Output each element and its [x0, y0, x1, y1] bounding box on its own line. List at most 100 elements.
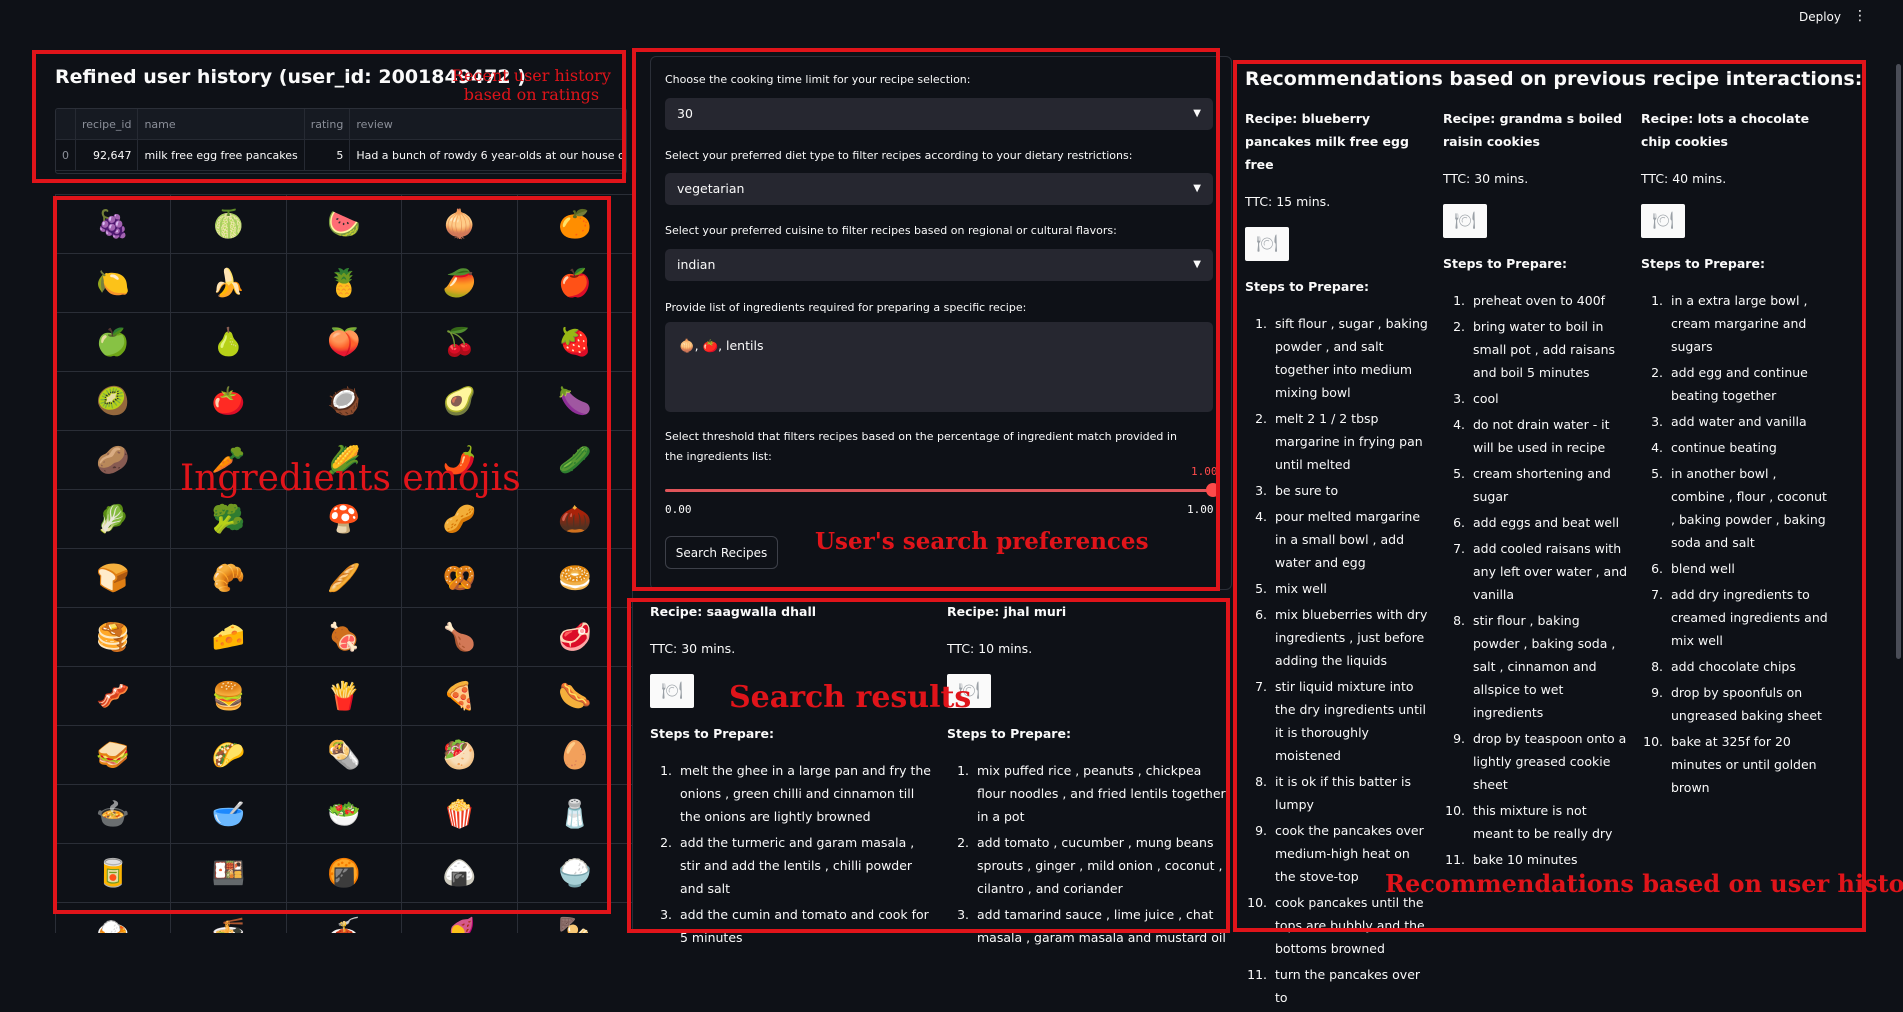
- ingredient-emoji-cell[interactable]: 🧀: [170, 607, 287, 667]
- threshold-label: Select threshold that filters recipes ba…: [665, 430, 1177, 463]
- name-header[interactable]: name: [137, 109, 305, 140]
- ingredient-emoji-cell[interactable]: 🍲: [55, 784, 172, 844]
- review-header[interactable]: review: [349, 109, 626, 140]
- list-item: be sure to: [1271, 479, 1432, 502]
- ingredient-emoji-cell[interactable]: 🥔: [55, 430, 172, 490]
- ingredient-emoji-cell[interactable]: 🥚: [516, 725, 633, 785]
- list-item: bring water to boil in small pot , add r…: [1469, 315, 1630, 384]
- recipe-id-cell[interactable]: 92,647: [75, 139, 139, 171]
- cuisine-label: Select your preferred cuisine to filter …: [665, 224, 1117, 237]
- diet-type-select[interactable]: vegetarian ▼: [665, 173, 1213, 205]
- list-item: add eggs and beat well: [1469, 511, 1630, 534]
- threshold-slider-handle[interactable]: [1206, 483, 1220, 497]
- cuisine-select[interactable]: indian ▼: [665, 249, 1213, 281]
- index-header[interactable]: [56, 109, 76, 140]
- ingredient-emoji-cell[interactable]: 🥞: [55, 607, 172, 667]
- row-index: 0: [56, 139, 76, 171]
- cooking-time-label: Choose the cooking time limit for your r…: [665, 73, 971, 86]
- ingredient-emoji-cell[interactable]: 🍗: [401, 607, 518, 667]
- ingredient-emoji-cell[interactable]: 🥥: [285, 371, 403, 431]
- ingredient-emoji-cell[interactable]: 🍜: [170, 902, 287, 933]
- ingredient-emoji-cell[interactable]: 🍞: [55, 548, 172, 608]
- scrollbar-thumb[interactable]: [1896, 64, 1901, 659]
- ingredient-emoji-cell[interactable]: 🥪: [55, 725, 172, 785]
- list-item: stir flour , baking powder , baking soda…: [1469, 609, 1630, 724]
- deploy-button[interactable]: Deploy: [1799, 10, 1841, 24]
- ingredient-emoji-cell[interactable]: 🍿: [401, 784, 518, 844]
- ingredient-emoji-cell[interactable]: 🍉: [285, 194, 403, 254]
- search-recipes-button[interactable]: Search Recipes: [665, 536, 778, 569]
- ingredient-emoji-cell[interactable]: 🥭: [401, 253, 518, 313]
- main-menu-icon[interactable]: ⋮: [1853, 8, 1867, 24]
- ingredient-emoji-cell[interactable]: 🍛: [55, 902, 172, 933]
- ingredient-emoji-cell[interactable]: 🌮: [170, 725, 287, 785]
- ingredient-emoji-cell[interactable]: 🍙: [401, 843, 518, 903]
- ingredient-emoji-cell[interactable]: 🥓: [55, 666, 172, 726]
- table-row[interactable]: 0 92,647 milk free egg free pancakes 5 H…: [56, 139, 626, 171]
- threshold-slider-track[interactable]: [665, 489, 1213, 492]
- ingredient-emoji-cell[interactable]: 🥣: [170, 784, 287, 844]
- page-scrollbar[interactable]: [1893, 0, 1903, 933]
- emoji-row: 🍛 🍜 🍝 🍠 🍢: [55, 902, 633, 933]
- ingredient-emoji-cell[interactable]: 🍍: [285, 253, 403, 313]
- emoji-row: 🥪 🌮 🌯 🥙 🥚: [55, 725, 633, 785]
- ingredient-emoji-cell[interactable]: 🧅: [401, 194, 518, 254]
- ingredient-emoji-cell[interactable]: 🌯: [285, 725, 403, 785]
- recipe-id-header[interactable]: recipe_id: [75, 109, 139, 140]
- ingredient-emoji-cell[interactable]: 🍕: [401, 666, 518, 726]
- ingredient-emoji-cell[interactable]: 🍚: [516, 843, 633, 903]
- ingredient-emoji-cell[interactable]: 🍌: [170, 253, 287, 313]
- list-item: this mixture is not meant to be really d…: [1469, 799, 1630, 845]
- ingredient-emoji-cell[interactable]: 🍇: [55, 194, 172, 254]
- ingredient-emoji-cell[interactable]: 🍒: [401, 312, 518, 372]
- ingredients-textarea[interactable]: 🧅, 🍅, lentils: [665, 322, 1213, 412]
- ingredient-emoji-cell[interactable]: 🌭: [516, 666, 633, 726]
- ingredient-emoji-cell[interactable]: 🌰: [516, 489, 633, 549]
- ingredient-emoji-cell[interactable]: 🍅: [170, 371, 287, 431]
- ingredient-emoji-cell[interactable]: 🥙: [401, 725, 518, 785]
- ingredient-emoji-cell[interactable]: 🍱: [170, 843, 287, 903]
- ingredient-emoji-cell[interactable]: 🥖: [285, 548, 403, 608]
- recipe-ttc: TTC: 30 mins.: [650, 641, 736, 656]
- cuisine-value: indian: [677, 257, 716, 272]
- recipe-name: Recipe: blueberry pancakes milk free egg…: [1245, 111, 1409, 172]
- cooking-time-select[interactable]: 30 ▼: [665, 98, 1213, 130]
- ingredient-emoji-cell[interactable]: 🍑: [285, 312, 403, 372]
- ingredient-emoji-cell[interactable]: 🍐: [170, 312, 287, 372]
- ingredient-emoji-cell[interactable]: 🍠: [401, 902, 518, 933]
- ingredient-emoji-cell[interactable]: 🍈: [170, 194, 287, 254]
- ingredient-emoji-cell[interactable]: 🥑: [401, 371, 518, 431]
- ingredient-emoji-cell[interactable]: 🍖: [285, 607, 403, 667]
- ingredient-emoji-cell[interactable]: 🍏: [55, 312, 172, 372]
- ingredient-emoji-cell[interactable]: 🍘: [285, 843, 403, 903]
- ingredient-emoji-cell[interactable]: 🍢: [516, 902, 633, 933]
- ingredient-emoji-cell[interactable]: 🥬: [55, 489, 172, 549]
- ingredient-emoji-cell[interactable]: 🍔: [170, 666, 287, 726]
- ingredient-emoji-cell[interactable]: 🍓: [516, 312, 633, 372]
- ingredient-emoji-cell[interactable]: 🥩: [516, 607, 633, 667]
- ingredient-emoji-cell[interactable]: 🥯: [516, 548, 633, 608]
- history-table[interactable]: recipe_id name rating review 0 92,647 mi…: [55, 108, 627, 174]
- ingredient-emoji-cell[interactable]: 🍝: [285, 902, 403, 933]
- rating-header[interactable]: rating: [304, 109, 351, 140]
- recipe-image: 🍽: [1443, 204, 1487, 238]
- list-item: bake at 325f for 20 minutes or until gol…: [1667, 730, 1828, 799]
- ingredient-emoji-cell[interactable]: 🧂: [516, 784, 633, 844]
- search-result-card: Recipe: jhal muri TTC: 10 mins. 🍽 Steps …: [947, 600, 1232, 952]
- ingredient-emoji-cell[interactable]: 🥝: [55, 371, 172, 431]
- ingredient-emoji-cell[interactable]: 🥗: [285, 784, 403, 844]
- ingredient-emoji-cell[interactable]: 🥫: [55, 843, 172, 903]
- list-item: add tomato , cucumber , mung beans sprou…: [973, 831, 1232, 900]
- ingredient-emoji-cell[interactable]: 🍊: [516, 194, 633, 254]
- ingredient-emoji-cell[interactable]: 🍆: [516, 371, 633, 431]
- ingredient-emoji-cell[interactable]: 🥨: [401, 548, 518, 608]
- ingredient-emoji-cell[interactable]: 🍎: [516, 253, 633, 313]
- ingredient-emoji-cell[interactable]: 🍋: [55, 253, 172, 313]
- ingredient-emoji-cell[interactable]: 🍟: [285, 666, 403, 726]
- recommendations-title: Recommendations based on previous recipe…: [1245, 68, 1863, 90]
- rating-cell[interactable]: 5: [304, 139, 351, 171]
- name-cell[interactable]: milk free egg free pancakes: [137, 139, 305, 171]
- ingredient-emoji-cell[interactable]: 🥒: [516, 430, 633, 490]
- ingredient-emoji-cell[interactable]: 🥐: [170, 548, 287, 608]
- review-cell[interactable]: Had a bunch of rowdy 6 year-olds at our …: [349, 139, 626, 171]
